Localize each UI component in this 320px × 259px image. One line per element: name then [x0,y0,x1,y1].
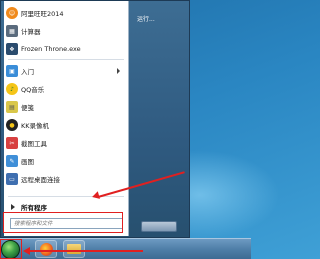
program-aliwangwang[interactable]: ☺ 阿里旺旺2014 [6,6,126,20]
program-label: QQ音乐 [21,86,45,94]
start-pointer-arrow-line [28,250,143,252]
program-label: 截图工具 [21,140,47,148]
program-label: Frozen Throne.exe [21,45,81,53]
program-qqmusic[interactable]: ♪ QQ音乐 [6,82,126,96]
aliwangwang-icon: ☺ [6,7,18,19]
program-label: 便笺 [21,104,34,112]
shutdown-button[interactable] [141,221,177,232]
sticky-notes-icon: ▤ [6,101,18,113]
menu-separator [8,196,124,197]
submenu-arrow-icon [117,68,120,74]
taskbar-explorer-button[interactable] [63,240,85,258]
frozen-throne-icon: ❖ [6,43,18,55]
start-menu: ☺ 阿里旺旺2014 ▦ 计算器 ❖ Frozen Throne.exe ▣ 入… [0,0,190,238]
program-sticky-notes[interactable]: ▤ 便笺 [6,100,126,114]
start-button-highlight-annotation [0,239,22,259]
program-snipping-tool[interactable]: ✂ 截图工具 [6,136,126,150]
folder-icon [67,244,81,254]
firefox-icon [39,242,53,256]
program-label: 画图 [21,158,34,166]
all-programs-label: 所有程序 [21,204,47,212]
program-paint[interactable]: ✎ 画图 [6,154,126,168]
program-label: 计算器 [21,28,41,36]
search-box-highlight-annotation [3,212,123,233]
program-calculator[interactable]: ▦ 计算器 [6,24,126,38]
start-menu-programs-pane: ☺ 阿里旺旺2014 ▦ 计算器 ❖ Frozen Throne.exe ▣ 入… [4,1,129,236]
program-label: 阿里旺旺2014 [21,10,64,18]
program-frozen-throne[interactable]: ❖ Frozen Throne.exe [6,42,126,56]
calculator-icon: ▦ [6,25,18,37]
program-remote-desktop[interactable]: ▭ 远程桌面连接 [6,172,126,186]
program-label: 入门 [21,68,34,76]
run-command[interactable]: 运行... [137,14,155,23]
all-programs-arrow-icon [11,204,15,210]
menu-separator [8,59,124,60]
qqmusic-icon: ♪ [6,83,18,95]
program-getting-started[interactable]: ▣ 入门 [6,64,126,78]
program-label: KK录像机 [21,122,50,130]
program-kk-recorder[interactable]: ● KK录像机 [6,118,126,132]
getting-started-icon: ▣ [6,65,18,77]
snipping-tool-icon: ✂ [6,137,18,149]
program-label: 远程桌面连接 [21,176,60,184]
start-pointer-arrowhead-icon [23,247,30,255]
taskbar-firefox-button[interactable] [35,240,57,258]
paint-icon: ✎ [6,155,18,167]
remote-desktop-icon: ▭ [6,173,18,185]
kk-recorder-icon: ● [6,119,18,131]
